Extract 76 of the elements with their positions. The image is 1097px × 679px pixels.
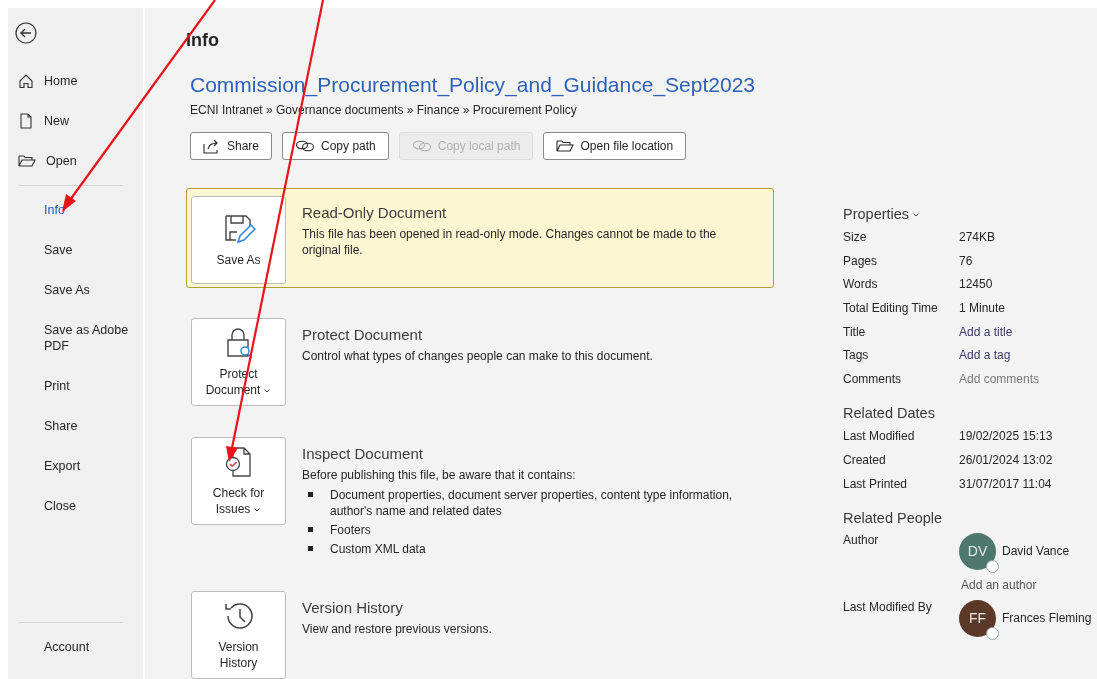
action-button[interactable]: Copy path bbox=[282, 132, 389, 160]
property-label: Title bbox=[843, 323, 867, 340]
sidebar-item[interactable]: Info bbox=[8, 190, 143, 230]
sidebar-item[interactable]: Share bbox=[8, 406, 143, 446]
section-title: Inspect Document bbox=[302, 445, 424, 462]
property-label: Total Editing Time bbox=[843, 300, 939, 317]
caret-icon bbox=[263, 387, 272, 394]
date-label: Created bbox=[843, 451, 887, 468]
add-author-link[interactable]: Add an author bbox=[961, 577, 1070, 592]
link-icon bbox=[295, 139, 316, 153]
property-label: Pages bbox=[843, 252, 879, 269]
property-label: Comments bbox=[843, 371, 902, 388]
property-label: Tags bbox=[843, 347, 870, 364]
bullet-icon bbox=[308, 546, 313, 551]
section-title: Version History bbox=[302, 599, 404, 616]
avatar-initials: DV bbox=[967, 543, 988, 559]
date-value: 31/07/2017 11:04 bbox=[959, 475, 1052, 492]
property-link[interactable]: Add a tag bbox=[959, 347, 1011, 364]
bullet-text: Custom XML data bbox=[330, 541, 426, 557]
date-value: 19/02/2025 15:13 bbox=[959, 428, 1053, 445]
property-label: Size bbox=[843, 229, 868, 245]
date-label: Last Printed bbox=[843, 475, 909, 492]
properties-heading[interactable]: Properties bbox=[843, 206, 1097, 222]
date-label: Last Modified bbox=[843, 428, 916, 445]
command-button[interactable]: Save As bbox=[191, 196, 286, 284]
sidebar-item[interactable]: Close bbox=[8, 486, 143, 526]
property-value: 1 Minute bbox=[959, 300, 1006, 317]
sidebar-item[interactable]: New bbox=[8, 101, 143, 141]
property-value: 274KB bbox=[959, 229, 996, 245]
property-value: 12450 bbox=[959, 276, 993, 293]
sidebar-item[interactable]: Home bbox=[8, 61, 143, 101]
sidebar-item[interactable]: Account bbox=[8, 627, 143, 667]
bullet-icon bbox=[308, 492, 313, 497]
person-name[interactable]: Frances Fleming bbox=[1002, 611, 1092, 625]
section-description: Before publishing this file, be aware that it contains: bbox=[302, 467, 577, 483]
property-link[interactable]: Add a title bbox=[959, 323, 1013, 340]
section-title: Protect Document bbox=[302, 326, 424, 343]
property-label: Words bbox=[843, 276, 879, 293]
status-icon bbox=[986, 559, 999, 573]
avatar-initials: FF bbox=[968, 610, 987, 626]
related-people-heading: Related People bbox=[843, 509, 944, 526]
related-dates-heading: Related Dates bbox=[843, 405, 936, 422]
caret-icon bbox=[253, 506, 262, 513]
action-button[interactable]: Share bbox=[190, 132, 273, 160]
date-value: 26/01/2024 13:02 bbox=[959, 451, 1053, 468]
folder-icon bbox=[556, 138, 575, 154]
people-label: Last Modified By bbox=[843, 599, 933, 616]
sidebar-item[interactable]: Open bbox=[8, 141, 143, 181]
person-name[interactable]: David Vance bbox=[1002, 544, 1070, 558]
sidebar-item[interactable]: Save bbox=[8, 230, 143, 270]
section-description: This file has been opened in read-only mode. Changes cannot be made to the original file. bbox=[302, 226, 718, 258]
link-icon bbox=[411, 139, 432, 153]
section-description: Control what types of changes people can make to this document. bbox=[302, 348, 654, 364]
back-button[interactable] bbox=[14, 21, 38, 45]
people-label: Author bbox=[843, 532, 880, 549]
document-icon bbox=[18, 113, 34, 129]
sidebar-item[interactable]: Save as Adobe PDF bbox=[8, 310, 143, 366]
section-title: Read-Only Document bbox=[302, 204, 448, 221]
action-button[interactable]: Open file location bbox=[543, 132, 687, 160]
share-icon bbox=[203, 138, 221, 154]
section-description: View and restore previous versions. bbox=[302, 621, 493, 637]
caret-icon bbox=[912, 212, 921, 219]
bullet-icon bbox=[308, 527, 313, 532]
sidebar-item[interactable]: Print bbox=[8, 366, 143, 406]
folder-icon bbox=[18, 153, 36, 169]
bullet-text: Document properties, document server properties, content type information, author's name and related dates bbox=[330, 487, 734, 519]
sidebar-item[interactable]: Export bbox=[8, 446, 143, 486]
command-button[interactable]: Check for Issues bbox=[191, 437, 286, 525]
sidebar-item[interactable]: Save As bbox=[8, 270, 143, 310]
bullet-text: Footers bbox=[330, 522, 371, 538]
status-icon bbox=[986, 626, 999, 640]
command-button[interactable]: Version History bbox=[191, 591, 286, 679]
page-title: Info bbox=[186, 30, 220, 51]
home-icon bbox=[18, 73, 34, 89]
comments-field[interactable]: Add comments bbox=[959, 371, 1069, 388]
property-value: 76 bbox=[959, 252, 973, 269]
